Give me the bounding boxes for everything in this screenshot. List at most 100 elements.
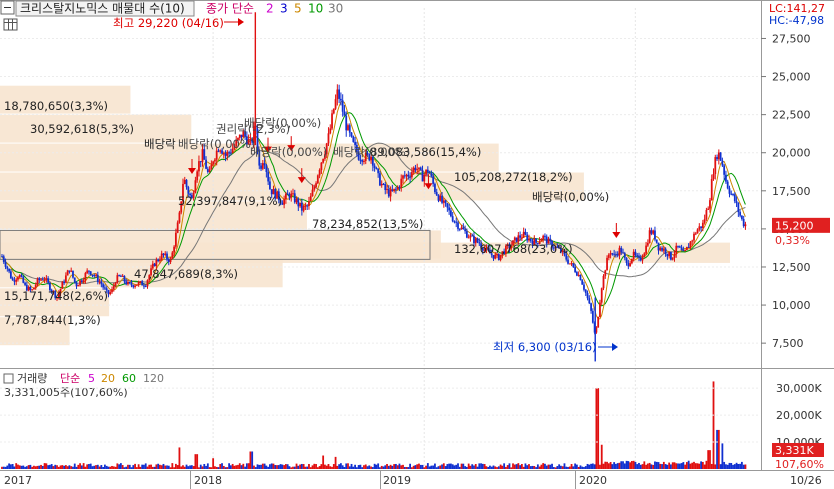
volume-bar xyxy=(627,461,630,469)
volume-bar xyxy=(409,463,411,469)
candle-body xyxy=(267,172,270,182)
candle-body xyxy=(570,263,573,265)
volume-bar xyxy=(450,463,452,469)
volume-bar xyxy=(545,465,548,469)
candle-body xyxy=(632,251,635,259)
volume-bar xyxy=(9,464,12,469)
volume-bar xyxy=(691,462,694,469)
volume-bar xyxy=(425,465,427,469)
volume-bar xyxy=(551,463,553,469)
candle-body xyxy=(615,254,617,256)
volume-bar xyxy=(114,466,117,469)
volume-bar xyxy=(648,462,651,469)
volume-bar xyxy=(744,464,747,469)
candle-body xyxy=(127,282,129,285)
candle-body xyxy=(210,164,213,170)
volume-profile-label: 30,592,618(5,3%) xyxy=(30,122,134,136)
price-tick-label: 17,500 xyxy=(772,185,811,198)
volume-bar xyxy=(105,465,108,469)
candle-body xyxy=(116,275,119,284)
volume-bar xyxy=(38,465,41,469)
candle-body xyxy=(673,253,676,258)
candle-body xyxy=(24,282,26,285)
candle-body xyxy=(102,284,105,288)
candle-body xyxy=(290,193,293,198)
volume-bar xyxy=(279,464,282,469)
volume-bar xyxy=(412,465,415,469)
candle-body xyxy=(18,275,21,278)
volume-bar xyxy=(320,464,323,469)
volume-bar xyxy=(465,466,468,469)
volume-bar xyxy=(632,460,635,469)
volume-bar xyxy=(705,460,708,469)
volume-bar xyxy=(517,463,520,469)
candle-body xyxy=(146,280,149,287)
volume-bar xyxy=(499,464,502,469)
volume-bar xyxy=(229,465,232,469)
candle-body xyxy=(212,161,215,165)
volume-bar xyxy=(471,464,474,469)
volume-bar xyxy=(505,466,507,469)
volume-bar xyxy=(176,465,179,469)
volume-bar xyxy=(146,466,149,469)
candle-body xyxy=(398,186,401,188)
candle-body xyxy=(345,115,348,131)
candle-body xyxy=(542,235,545,240)
volume-bar xyxy=(387,465,390,469)
volume-tick-label: 30,000K xyxy=(776,382,822,395)
volume-bar xyxy=(276,465,278,469)
volume-badge-value: 3,331K xyxy=(775,444,814,457)
volume-collapse-icon[interactable] xyxy=(3,373,14,384)
candle-body xyxy=(47,278,50,283)
volume-bar xyxy=(386,464,388,469)
volume-bar xyxy=(380,465,383,469)
candle-body xyxy=(446,203,449,208)
candle-body xyxy=(613,253,616,255)
volume-bar xyxy=(400,465,403,469)
volume-ma-20: 20 xyxy=(101,372,115,385)
volume-tick-label: 20,000K xyxy=(776,409,822,422)
volume-ma-5: 5 xyxy=(88,372,95,385)
grid-table-icon[interactable] xyxy=(3,18,18,31)
volume-bar xyxy=(435,467,438,469)
volume-bar xyxy=(254,467,257,469)
volume-bar xyxy=(588,464,591,469)
candle-body xyxy=(229,152,232,154)
volume-bar xyxy=(531,465,534,469)
volume-bar xyxy=(680,463,683,469)
candle-body xyxy=(522,231,525,238)
candle-body xyxy=(586,292,589,299)
candle-body xyxy=(526,234,529,241)
candle-body xyxy=(467,237,470,239)
volume-bar xyxy=(405,466,408,469)
volume-bar xyxy=(111,465,113,469)
candle-body xyxy=(183,179,186,184)
candle-body xyxy=(602,275,605,289)
volume-bar xyxy=(249,451,252,469)
volume-bar xyxy=(513,464,516,469)
candle-body xyxy=(540,239,543,242)
date-label-last: 10/26 xyxy=(790,474,822,487)
candle-body xyxy=(528,238,530,241)
volume-bar xyxy=(395,463,397,469)
volume-bar xyxy=(565,466,568,469)
volume-bar xyxy=(398,463,401,469)
volume-bar xyxy=(673,462,676,469)
candle-body xyxy=(723,165,726,175)
volume-bar xyxy=(205,465,207,469)
volume-bar xyxy=(64,465,67,469)
volume-bar xyxy=(162,463,165,469)
volume-bar xyxy=(265,465,268,469)
dividend-annotation-d: 배당락(0,00%) xyxy=(333,145,410,159)
candle-body xyxy=(348,125,351,133)
volume-bar xyxy=(389,464,392,469)
candle-body xyxy=(458,228,461,230)
volume-bar xyxy=(503,463,506,469)
volume-bar xyxy=(533,466,536,469)
volume-bar xyxy=(444,466,447,469)
candle-body xyxy=(350,132,353,137)
volume-bar xyxy=(742,464,745,469)
hc-readout: HC:-47,98 xyxy=(769,14,824,27)
candle-body xyxy=(721,160,724,166)
candle-body xyxy=(577,274,580,276)
